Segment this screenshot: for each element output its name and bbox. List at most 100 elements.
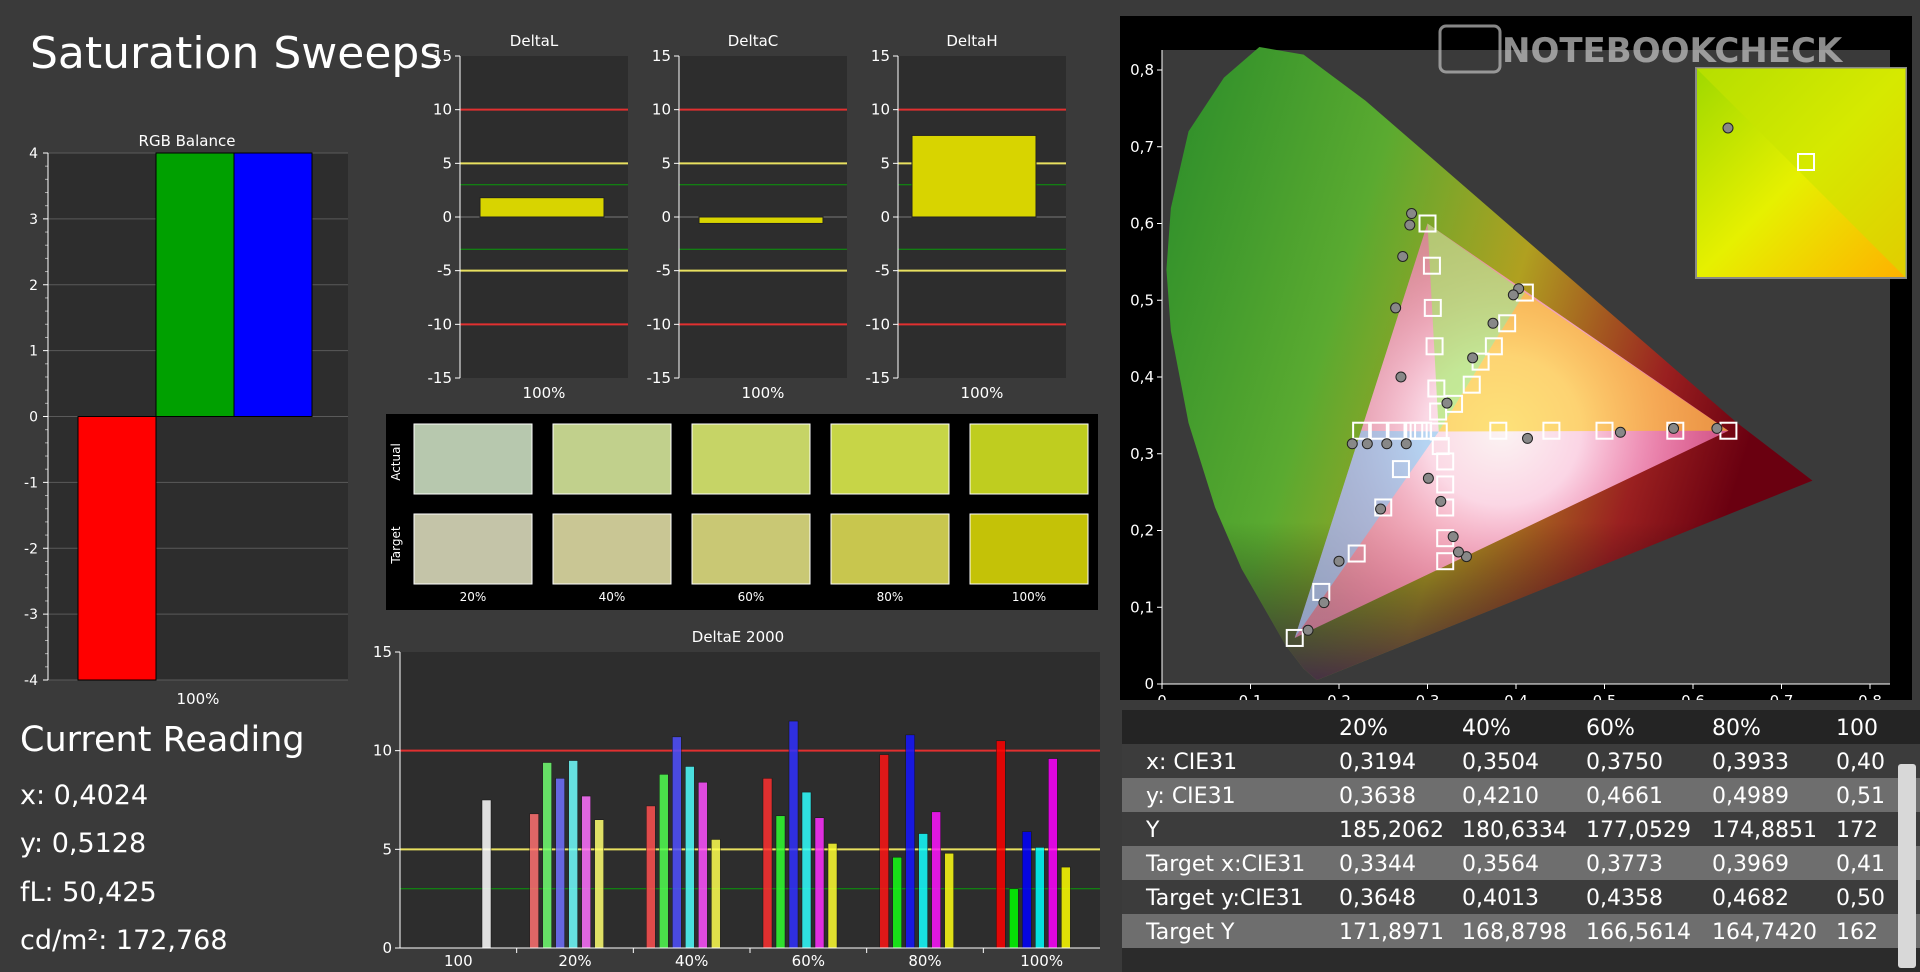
table-row: Target y:CIE31 0,3648 0,4013 0,4358 0,4682 0,…	[1122, 880, 1920, 914]
table-cell: 185,2062	[1339, 818, 1444, 843]
deltae-bar	[827, 843, 838, 949]
table-cell: 0,51	[1836, 784, 1885, 809]
delta-y-tick-label: 0	[442, 208, 452, 226]
delta-chart-title: DeltaL	[510, 32, 559, 50]
table-row: y: CIE31 0,3638 0,4210 0,4661 0,4989 0,51	[1122, 778, 1920, 812]
deltae-plot-area	[400, 652, 1100, 948]
cie-measured-point	[1522, 432, 1534, 444]
cie-y-tick-label: 0,8	[1130, 61, 1154, 79]
deltah-chart: DeltaH 15 10 5 0 -5 -10 -15 100%	[866, 32, 1066, 402]
delta-y-tick-label: -5	[656, 262, 671, 280]
delta-chart-title: DeltaH	[946, 32, 997, 50]
deltae-bar	[659, 774, 669, 949]
notebookcheck-wordmark: NOTEBOOKCHECK	[1502, 31, 1844, 71]
table-header: 60%	[1586, 716, 1635, 741]
swatch-label: 100%	[1012, 590, 1046, 604]
table-row: Target Y 171,8971 168,8798 166,5614 164,7420…	[1122, 914, 1920, 948]
delta-bar	[911, 134, 1037, 218]
cie-measured-point	[1435, 495, 1447, 507]
delta-y-tick-label: -15	[866, 369, 891, 387]
color-swatches: Actual Target 20% 40% 60% 80% 100%	[386, 414, 1098, 610]
cie-measured-point	[1346, 438, 1358, 450]
table-cell: 0,3648	[1339, 886, 1416, 911]
cie-measured-point	[1381, 438, 1393, 450]
cie-y-tick-label: 0,7	[1130, 138, 1154, 156]
table-cell: 166,5614	[1586, 920, 1691, 945]
table-row-label: Target Y	[1146, 920, 1235, 945]
delta-y-tick-label: -15	[647, 369, 672, 387]
cie-y-tick-label: 0,1	[1130, 598, 1154, 616]
reading-fl: fL: 50,425	[20, 877, 157, 908]
delta-y-tick-label: 15	[433, 47, 452, 65]
table-cell: 162	[1836, 920, 1878, 945]
cie-measured-point	[1361, 438, 1373, 450]
deltae-bar	[905, 734, 915, 949]
deltae-bar	[879, 754, 889, 949]
delta-bar	[479, 197, 605, 218]
reading-cdm2: cd/m²: 172,768	[20, 925, 228, 956]
table-cell: 0,3638	[1339, 784, 1416, 809]
table-cell: 172	[1836, 818, 1878, 843]
cie-x-tick-label: 0,4	[1504, 692, 1528, 700]
delta-charts: DeltaL 15 10 5 0 -5 -10 -15 100% DeltaC 15 10 5 0 -5 -…	[428, 32, 1066, 402]
actual-swatch	[691, 423, 811, 495]
deltae-bar	[814, 817, 825, 949]
delta-y-tick-label: -5	[875, 262, 890, 280]
table-row-label: Target y:CIE31	[1146, 886, 1304, 911]
rgb-y-tick-label: 2	[29, 278, 38, 294]
swatch-label: 20%	[460, 590, 487, 604]
deltae-x-label: 100	[444, 952, 473, 970]
rgb-y-tick-label: -2	[24, 541, 38, 557]
table-cell: 0,3194	[1339, 750, 1416, 775]
cie-x-tick-label: 0,2	[1327, 692, 1351, 700]
deltae-bar	[918, 833, 928, 949]
deltae-bar	[698, 781, 708, 949]
table-scrollbar[interactable]	[1898, 764, 1916, 968]
target-label: Target	[389, 526, 403, 564]
table-cell: 0,4358	[1586, 886, 1663, 911]
deltae-bar	[568, 760, 578, 949]
reading-x: x: 0,4024	[20, 780, 149, 811]
table-cell: 0,3969	[1712, 852, 1789, 877]
rgb-y-tick-label: 0	[29, 410, 38, 426]
rgb-y-tick-label: -4	[24, 673, 38, 689]
delta-y-tick-label: 15	[871, 47, 890, 65]
swatch-label: 60%	[738, 590, 765, 604]
current-reading-title: Current Reading	[20, 720, 305, 760]
deltae-bar	[672, 736, 682, 949]
deltae-bar	[555, 778, 565, 949]
deltae-bar	[685, 766, 695, 949]
deltae-title: DeltaE 2000	[692, 628, 784, 646]
deltae-y-tick-label: 15	[373, 643, 392, 661]
cie-zoom-inset	[1695, 67, 1907, 279]
swatch-label: 40%	[599, 590, 626, 604]
deltae-x-label: 80%	[908, 952, 941, 970]
deltae-bar	[594, 819, 604, 949]
rgb-y-tick-label: 4	[29, 146, 38, 162]
deltae-x-label: 100%	[1020, 952, 1063, 970]
table-header: 80%	[1712, 716, 1761, 741]
rgb-y-tick-label: -1	[24, 475, 38, 491]
actual-swatch	[969, 423, 1089, 495]
cie-measured-point	[1390, 302, 1402, 314]
cie-measured-point	[1406, 208, 1418, 220]
table-row-label: Y	[1146, 818, 1160, 843]
table-cell: 0,4210	[1462, 784, 1539, 809]
notebookcheck-logo: NOTEBOOKCHECK	[1438, 24, 1844, 74]
cie-measured-point	[1487, 317, 1499, 329]
cie-y-tick-label: 0	[1144, 675, 1154, 693]
cie-measured-point	[1333, 555, 1345, 567]
cie-y-tick-label: 0,5	[1130, 291, 1154, 309]
table-cell: 0,4661	[1586, 784, 1663, 809]
table-header-row: 20% 40% 60% 80% 100	[1122, 710, 1920, 744]
table-cell: 0,3564	[1462, 852, 1539, 877]
deltae-bar	[1022, 831, 1032, 949]
zoom-measured-point	[1722, 122, 1734, 134]
measurement-table: 20% 40% 60% 80% 100 x: CIE31 0,3194 0,3504…	[1122, 710, 1920, 972]
deltae-x-label: 40%	[675, 952, 708, 970]
table-cell: 0,3750	[1586, 750, 1663, 775]
reading-y: y: 0,5128	[20, 828, 147, 859]
cie-measured-point	[1447, 531, 1459, 543]
deltae-y-tick-label: 5	[382, 840, 392, 858]
cie-x-tick-label: 0,5	[1593, 692, 1617, 700]
